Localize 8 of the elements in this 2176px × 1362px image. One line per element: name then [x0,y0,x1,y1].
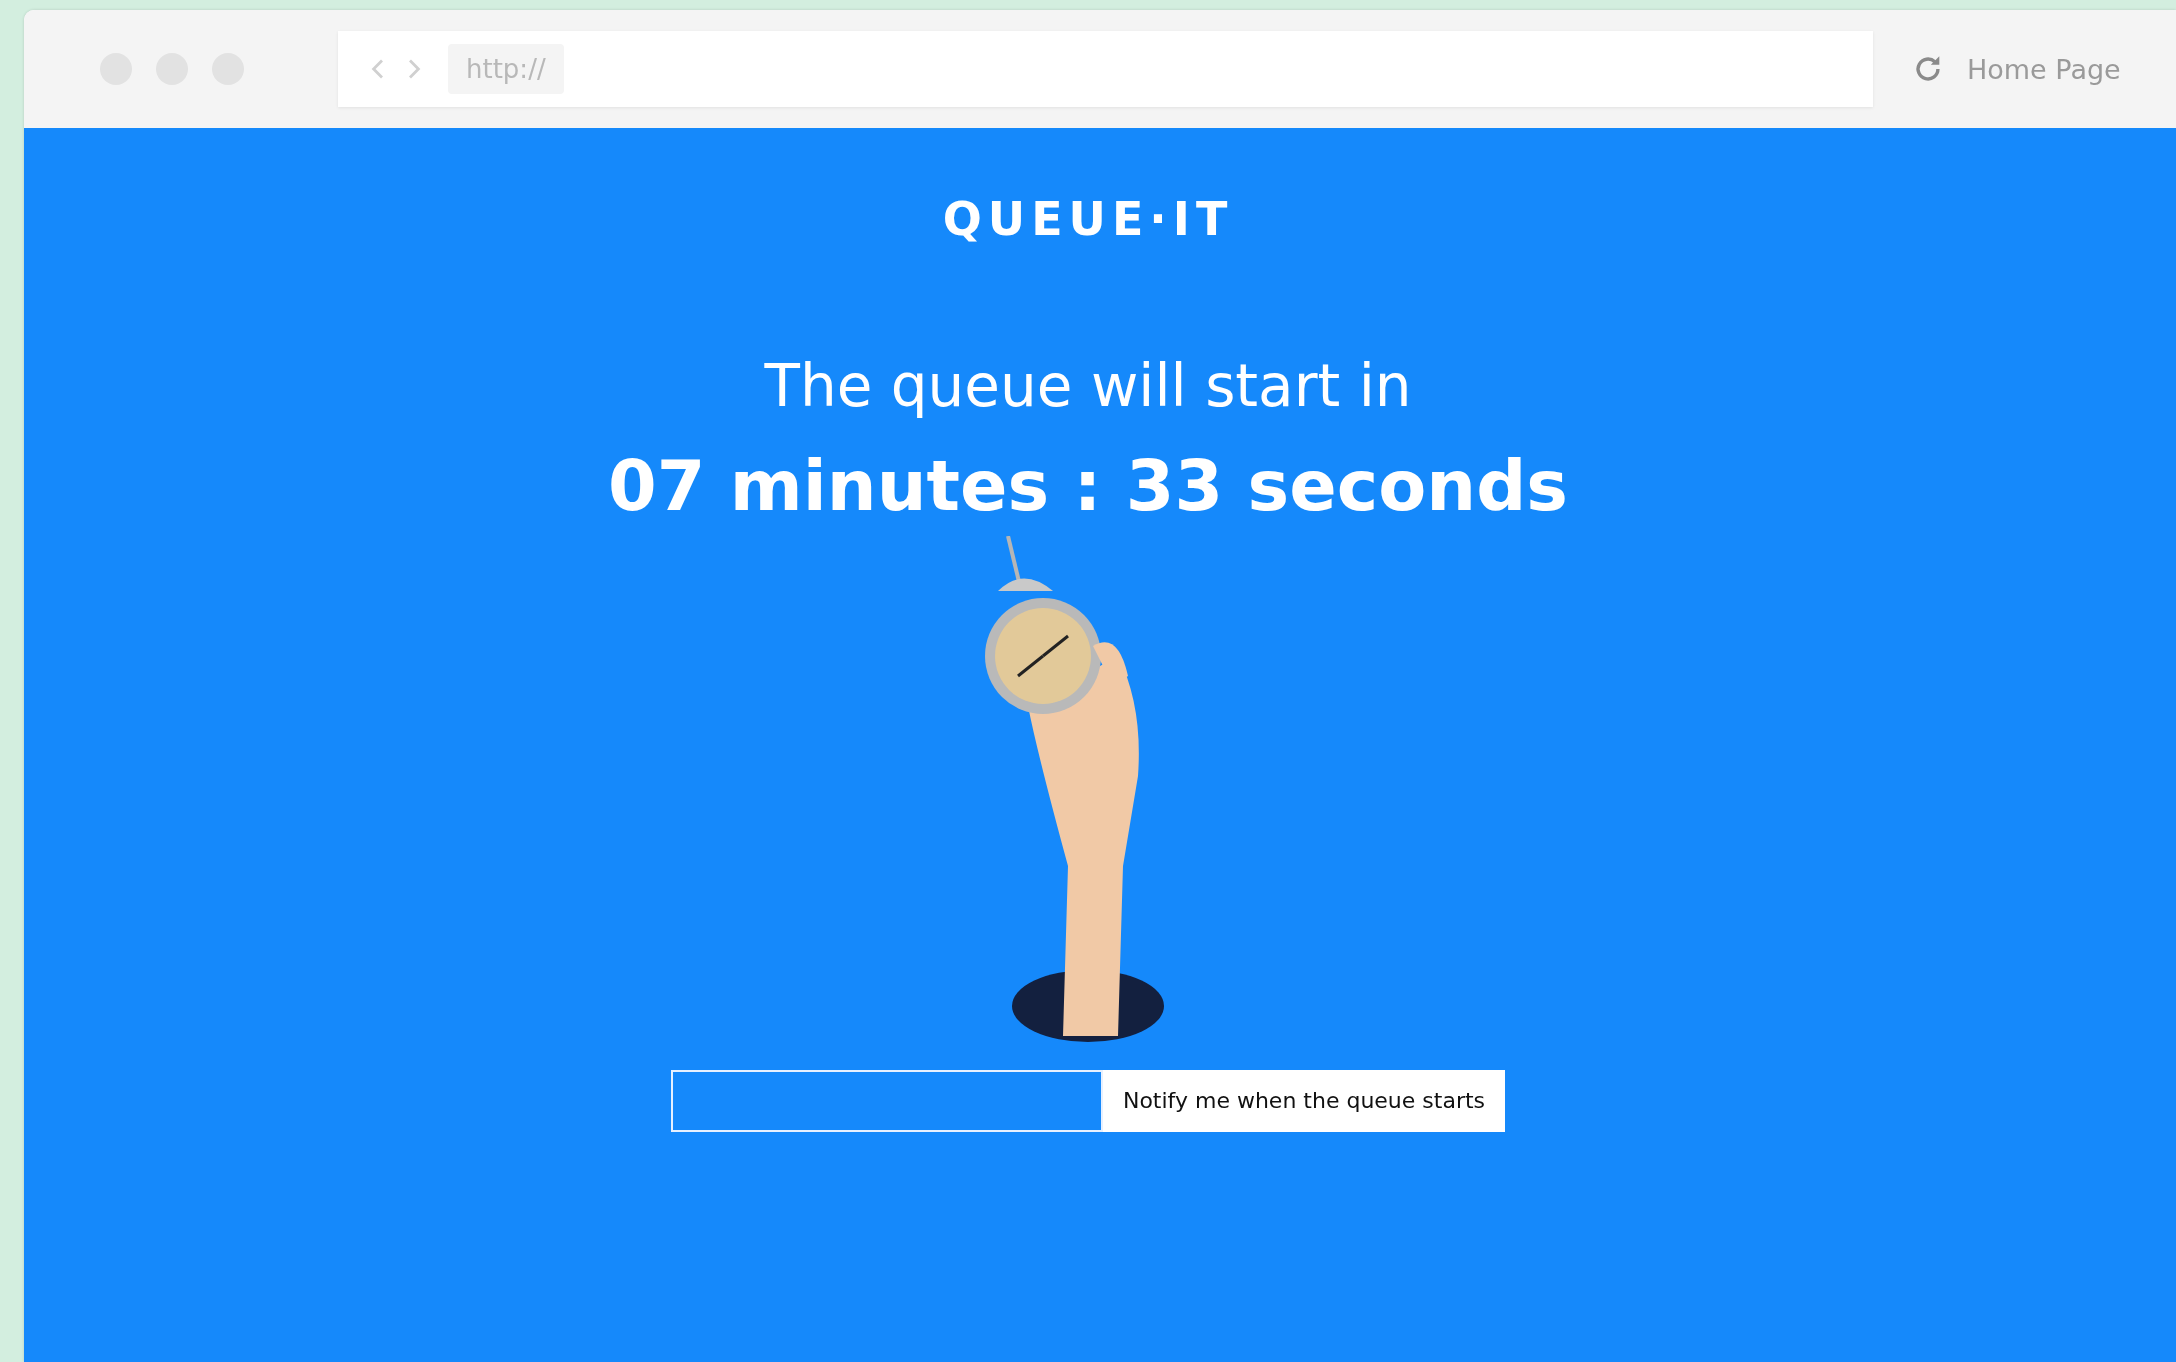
notify-button[interactable]: Notify me when the queue starts [1103,1069,1505,1132]
countdown-text: 07 minutes : 33 seconds [608,443,1568,528]
url-text: http:// [448,44,564,94]
heading: The queue will start in [764,352,1412,422]
address-bar[interactable]: http:// [338,31,1873,107]
home-page-link[interactable]: Home Page [1967,53,2121,85]
logo: QUEUE·IT [942,196,1234,242]
email-input-field[interactable] [671,1069,1103,1132]
